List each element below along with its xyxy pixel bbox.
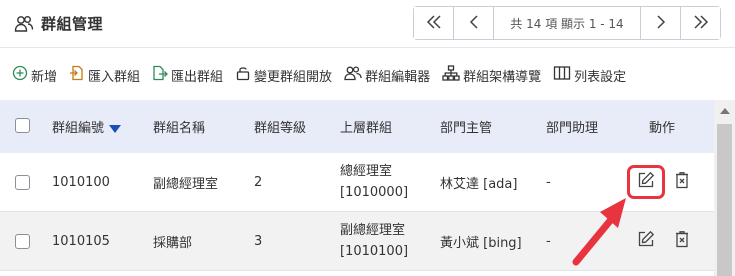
column-header-assistant: 部門助理: [546, 121, 599, 136]
users-icon: [344, 65, 365, 85]
title-group: 群組管理: [14, 13, 103, 34]
scroll-thumb[interactable]: [717, 124, 732, 276]
export-file-icon: [152, 65, 171, 85]
import-file-icon: [69, 65, 88, 85]
group-name-cell: 採購部: [153, 235, 193, 251]
group-id-cell: 1010100: [52, 174, 110, 190]
list-settings-button[interactable]: 列表設定: [553, 65, 626, 85]
next-page-button[interactable]: [640, 7, 680, 39]
parent-group-name: 副總經理室: [340, 223, 406, 238]
trash-icon: [673, 171, 691, 193]
column-header-manager: 部門主管: [440, 121, 493, 136]
column-header-parent-group: 上層群組: [340, 121, 393, 136]
chevron-right-icon: [656, 14, 666, 33]
double-chevron-right-icon: [693, 14, 709, 33]
parent-group-id: [1010000]: [340, 185, 409, 200]
double-chevron-left-icon: [426, 14, 442, 33]
manager-cell: 黃小斌 [bing]: [440, 235, 522, 251]
import-group-button[interactable]: 匯入群組: [69, 65, 140, 85]
users-icon: [14, 14, 34, 34]
page-header: 群組管理 共 14 項 顯示 1 - 14: [0, 0, 735, 48]
vertical-scrollbar[interactable]: [714, 100, 735, 276]
parent-group-name: 總經理室: [340, 164, 393, 179]
group-editor-label: 群組編輯器: [365, 69, 431, 85]
row-checkbox[interactable]: [15, 175, 30, 190]
pagination: 共 14 項 顯示 1 - 14: [413, 6, 721, 40]
assistant-cell: -: [546, 174, 551, 190]
group-level-cell: 2: [254, 174, 263, 190]
scroll-up-icon[interactable]: [720, 108, 730, 114]
column-header-group-id-label: 群組編號: [52, 121, 105, 136]
chevron-left-icon: [469, 14, 479, 33]
sort-desc-icon: [109, 124, 122, 133]
export-group-button[interactable]: 匯出群組: [152, 65, 223, 85]
change-group-access-button[interactable]: 變更群組開放: [235, 65, 332, 85]
annotation-arrow-icon: [572, 198, 626, 266]
row-checkbox[interactable]: [15, 234, 30, 249]
manager-cell: 林艾達 [ada]: [440, 176, 518, 192]
page-info: 共 14 項 顯示 1 - 14: [510, 16, 624, 31]
first-page-button[interactable]: [414, 7, 454, 39]
select-all-checkbox[interactable]: [15, 118, 30, 133]
columns-icon: [553, 65, 574, 85]
delete-button[interactable]: [671, 230, 693, 252]
group-name-cell: 副總經理室: [153, 176, 219, 192]
group-id-cell: 1010105: [52, 233, 110, 249]
group-structure-nav-label: 群組架構導覽: [463, 69, 542, 85]
assistant-cell: -: [546, 233, 551, 249]
lock-icon: [235, 65, 254, 85]
column-header-group-name: 群組名稱: [153, 121, 206, 136]
delete-button[interactable]: [671, 171, 693, 193]
page-title: 群組管理: [41, 15, 104, 33]
toolbar: 新增 匯入群組 匯出群組 變更群組開放 群組編輯器 群組架構導覽 列表設定: [12, 62, 626, 88]
org-chart-icon: [442, 65, 463, 85]
table-header: 群組編號 群組名稱 群組等級 上層群組 部門主管 部門助理 動作: [0, 100, 714, 153]
trash-icon: [673, 230, 691, 252]
add-button[interactable]: 新增: [12, 65, 57, 85]
group-level-cell: 3: [254, 233, 263, 249]
group-editor-button[interactable]: 群組編輯器: [344, 65, 430, 85]
prev-page-button[interactable]: [454, 7, 494, 39]
column-header-group-level: 群組等級: [254, 121, 307, 136]
last-page-button[interactable]: [680, 7, 720, 39]
column-header-group-id[interactable]: 群組編號: [52, 117, 122, 136]
list-settings-label: 列表設定: [574, 69, 627, 85]
column-header-actions: 動作: [649, 121, 676, 136]
export-group-label: 匯出群組: [171, 69, 224, 85]
plus-circle-icon: [12, 65, 31, 85]
parent-group-cell: 總經理室 [1010000]: [340, 161, 408, 203]
parent-group-id: [1010100]: [340, 244, 409, 259]
change-group-access-label: 變更群組開放: [254, 69, 333, 85]
import-group-label: 匯入群組: [88, 69, 141, 85]
parent-group-cell: 副總經理室 [1010100]: [340, 220, 408, 262]
add-label: 新增: [31, 69, 58, 85]
group-structure-nav-button[interactable]: 群組架構導覽: [442, 65, 541, 85]
